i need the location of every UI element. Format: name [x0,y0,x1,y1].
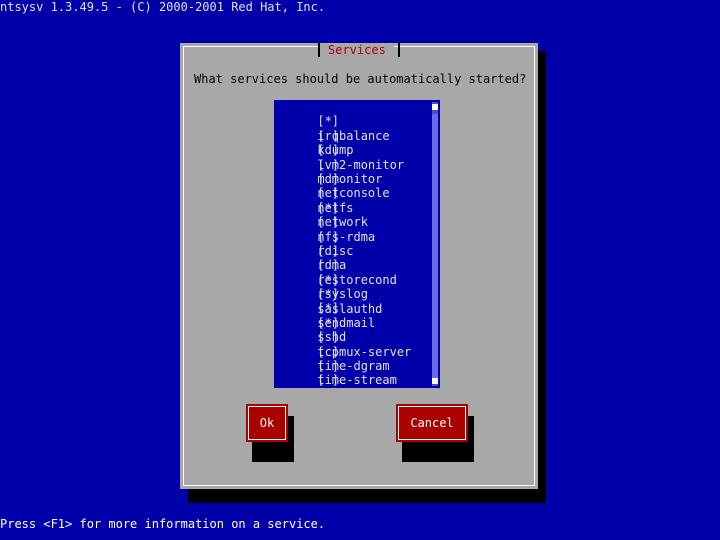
service-item-time-stream[interactable]: [ ] time-stream [274,345,440,387]
program-banner: ntsysv 1.3.49.5 - (C) 2000-2001 Red Hat,… [0,0,326,14]
service-item-sshd[interactable]: [*] sshd [274,301,440,344]
service-item-mdmonitor[interactable]: [ ] mdmonitor [274,143,440,186]
ok-button-label: Ok [259,415,275,430]
service-item-time-dgram[interactable]: [ ] time-dgram [274,330,440,373]
scroll-down-arrow-icon[interactable] [432,378,438,384]
service-item-rsyslog[interactable]: [*] rsyslog [274,258,440,301]
scroll-up-arrow-icon[interactable] [432,104,438,110]
service-item-network[interactable]: [*] network [274,186,440,229]
service-item-nfs-rdma[interactable]: [ ] nfs-rdma [274,201,440,243]
ok-button[interactable]: Ok [246,404,288,442]
dialog-prompt: What services should be automatically st… [194,72,527,86]
service-item-netconsole[interactable]: [ ] netconsole [274,158,440,200]
service-item-sendmail[interactable]: [*] sendmail [274,287,440,329]
service-item-kdump[interactable]: [ ] kdump [274,114,440,157]
services-list[interactable]: [*] irqbalance [ ] kdump [ ] lvm2-monito… [274,100,440,388]
cancel-button-label: Cancel [410,415,454,430]
service-item-restorecond[interactable]: [ ] restorecond [274,244,440,286]
service-item-saslauthd[interactable]: [*] saslauthd [274,273,440,315]
service-item-udev-post[interactable]: [ ] udev-post [274,359,440,388]
service-item-rdisc[interactable]: [ ] rdisc [274,215,440,258]
help-line: Press <F1> for more information on a ser… [0,517,326,531]
services-dialog: Services What services should be automat… [180,43,538,489]
service-item-netfs[interactable]: [ ] netfs [274,172,440,214]
title-bar-right [398,43,400,58]
cancel-button[interactable]: Cancel [396,404,468,442]
dialog-title: Services [320,43,394,58]
service-item-lvm2-monitor[interactable]: [ ] lvm2-monitor [274,129,440,171]
service-item-rdma[interactable]: [ ] rdma [274,230,440,272]
scrollbar-thumb[interactable] [432,114,438,378]
service-item-tcpmux-server[interactable]: [ ] tcpmux-server [274,316,440,358]
service-item-xinetd[interactable]: [*] xinetd [274,373,440,387]
service-item-irqbalance[interactable]: [*] irqbalance [274,100,440,142]
